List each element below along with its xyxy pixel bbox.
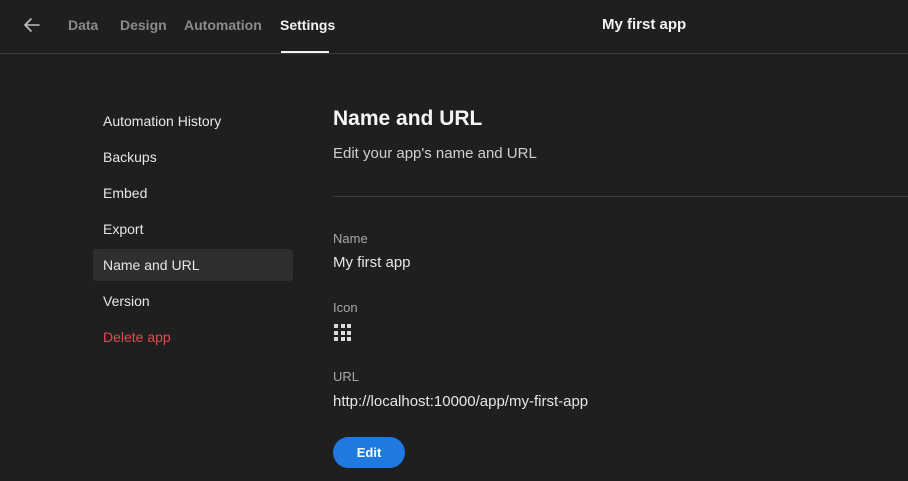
sidebar-item-backups[interactable]: Backups xyxy=(93,141,293,173)
section-subtitle: Edit your app's name and URL xyxy=(333,145,537,162)
tab-automation[interactable]: Automation xyxy=(184,17,262,33)
edit-button[interactable]: Edit xyxy=(333,437,405,468)
url-value: http://localhost:10000/app/my-first-app xyxy=(333,393,589,410)
tab-data[interactable]: Data xyxy=(68,17,98,33)
name-label: Name xyxy=(333,231,368,246)
divider xyxy=(333,196,908,197)
sidebar-item-version[interactable]: Version xyxy=(93,285,293,317)
url-label: URL xyxy=(333,369,360,384)
name-value: My first app xyxy=(333,254,411,271)
tab-design[interactable]: Design xyxy=(120,17,167,33)
sidebar-item-automation-history[interactable]: Automation History xyxy=(93,105,293,137)
tab-settings[interactable]: Settings xyxy=(280,17,335,33)
sidebar-item-delete-app[interactable]: Delete app xyxy=(93,321,293,353)
icon-label: Icon xyxy=(333,300,358,315)
sidebar-item-name-and-url[interactable]: Name and URL xyxy=(93,249,293,281)
grid-icon xyxy=(334,324,351,341)
app-title: My first app xyxy=(602,16,687,33)
active-tab-indicator xyxy=(281,51,329,53)
sidebar-item-embed[interactable]: Embed xyxy=(93,177,293,209)
back-button[interactable] xyxy=(20,13,44,37)
arrow-left-icon xyxy=(24,18,40,32)
sidebar-item-export[interactable]: Export xyxy=(93,213,293,245)
top-bar: Data Design Automation Settings My first… xyxy=(0,0,908,54)
section-title: Name and URL xyxy=(333,107,483,130)
